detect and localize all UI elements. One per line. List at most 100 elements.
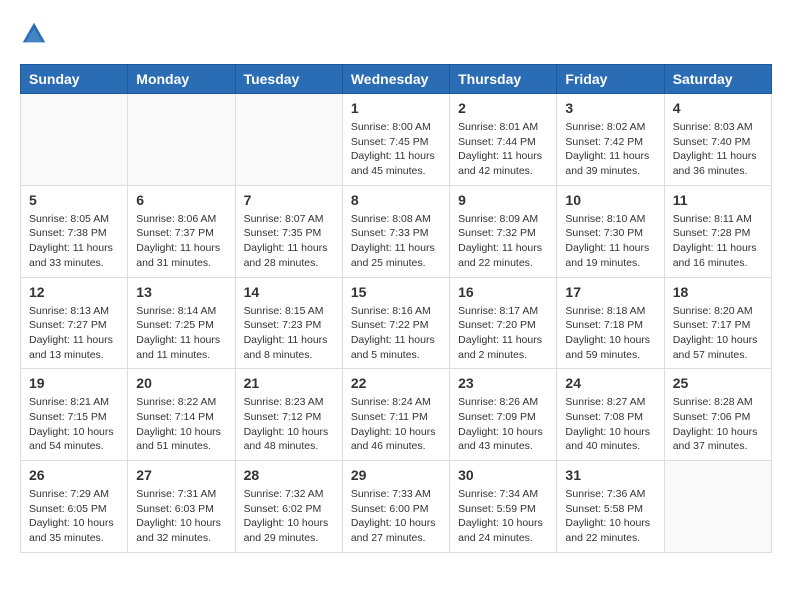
- calendar-cell: 8 Sunrise: 8:08 AM Sunset: 7:33 PM Daylig…: [342, 185, 449, 277]
- calendar-cell: 23Sunrise: 8:26 AM Sunset: 7:09 PM Dayli…: [450, 369, 557, 461]
- day-info: Sunrise: 8:22 AM Sunset: 7:14 PM Dayligh…: [136, 395, 226, 454]
- day-number: 15: [351, 284, 441, 300]
- day-info: Sunrise: 8:08 AM Sunset: 7:33 PM Dayligh…: [351, 212, 441, 271]
- day-number: 14: [244, 284, 334, 300]
- day-number: 26: [29, 467, 119, 483]
- day-number: 28: [244, 467, 334, 483]
- day-info: Sunrise: 8:15 AM Sunset: 7:23 PM Dayligh…: [244, 304, 334, 363]
- calendar-cell: 16 Sunrise: 8:17 AM Sunset: 7:20 PM Dayli…: [450, 277, 557, 369]
- day-number: 24: [565, 375, 655, 391]
- day-info: Sunrise: 8:07 AM Sunset: 7:35 PM Dayligh…: [244, 212, 334, 271]
- day-number: 16: [458, 284, 548, 300]
- calendar-cell: 18Sunrise: 8:20 AM Sunset: 7:17 PM Dayli…: [664, 277, 771, 369]
- calendar-cell: 19 Sunrise: 8:21 AM Sunset: 7:15 PM Dayli…: [21, 369, 128, 461]
- day-number: 20: [136, 375, 226, 391]
- logo: [20, 20, 52, 48]
- day-info: Sunrise: 8:10 AM Sunset: 7:30 PM Dayligh…: [565, 212, 655, 271]
- calendar-cell: 2 Sunrise: 8:01 AM Sunset: 7:44 PM Daylig…: [450, 94, 557, 186]
- week-row-2: 5Sunrise: 8:05 AM Sunset: 7:38 PM Daylig…: [21, 185, 772, 277]
- day-number: 2: [458, 100, 548, 116]
- day-number: 6: [136, 192, 226, 208]
- day-number: 19: [29, 375, 119, 391]
- day-info: Sunrise: 7:36 AM Sunset: 5:58 PM Dayligh…: [565, 487, 655, 546]
- day-number: 8: [351, 192, 441, 208]
- calendar-cell: 26 Sunrise: 7:29 AM Sunset: 6:05 PM Dayli…: [21, 461, 128, 553]
- day-info: Sunrise: 8:03 AM Sunset: 7:40 PM Dayligh…: [673, 120, 763, 179]
- day-info: Sunrise: 7:31 AM Sunset: 6:03 PM Dayligh…: [136, 487, 226, 546]
- day-info: Sunrise: 7:33 AM Sunset: 6:00 PM Dayligh…: [351, 487, 441, 546]
- calendar-cell: 15 Sunrise: 8:16 AM Sunset: 7:22 PM Dayli…: [342, 277, 449, 369]
- week-row-4: 19 Sunrise: 8:21 AM Sunset: 7:15 PM Dayli…: [21, 369, 772, 461]
- weekday-header-tuesday: Tuesday: [235, 65, 342, 94]
- day-info: Sunrise: 8:13 AM Sunset: 7:27 PM Dayligh…: [29, 304, 119, 363]
- day-number: 21: [244, 375, 334, 391]
- day-info: Sunrise: 7:32 AM Sunset: 6:02 PM Dayligh…: [244, 487, 334, 546]
- calendar-cell: 13 Sunrise: 8:14 AM Sunset: 7:25 PM Dayli…: [128, 277, 235, 369]
- calendar-cell: 10 Sunrise: 8:10 AM Sunset: 7:30 PM Dayli…: [557, 185, 664, 277]
- week-row-1: 1Sunrise: 8:00 AM Sunset: 7:45 PM Daylig…: [21, 94, 772, 186]
- day-info: Sunrise: 7:34 AM Sunset: 5:59 PM Dayligh…: [458, 487, 548, 546]
- calendar-cell: 24 Sunrise: 8:27 AM Sunset: 7:08 PM Dayli…: [557, 369, 664, 461]
- calendar-cell: 22 Sunrise: 8:24 AM Sunset: 7:11 PM Dayli…: [342, 369, 449, 461]
- weekday-header-saturday: Saturday: [664, 65, 771, 94]
- day-number: 1: [351, 100, 441, 116]
- day-info: Sunrise: 8:24 AM Sunset: 7:11 PM Dayligh…: [351, 395, 441, 454]
- day-info: Sunrise: 8:09 AM Sunset: 7:32 PM Dayligh…: [458, 212, 548, 271]
- day-info: Sunrise: 8:11 AM Sunset: 7:28 PM Dayligh…: [673, 212, 763, 271]
- day-info: Sunrise: 8:02 AM Sunset: 7:42 PM Dayligh…: [565, 120, 655, 179]
- calendar-cell: [21, 94, 128, 186]
- calendar-cell: 14 Sunrise: 8:15 AM Sunset: 7:23 PM Dayli…: [235, 277, 342, 369]
- day-info: Sunrise: 8:14 AM Sunset: 7:25 PM Dayligh…: [136, 304, 226, 363]
- weekday-header-monday: Monday: [128, 65, 235, 94]
- day-number: 7: [244, 192, 334, 208]
- calendar-cell: 21 Sunrise: 8:23 AM Sunset: 7:12 PM Dayli…: [235, 369, 342, 461]
- day-number: 10: [565, 192, 655, 208]
- day-info: Sunrise: 8:17 AM Sunset: 7:20 PM Dayligh…: [458, 304, 548, 363]
- logo-icon: [20, 20, 48, 48]
- calendar-cell: 3 Sunrise: 8:02 AM Sunset: 7:42 PM Daylig…: [557, 94, 664, 186]
- calendar-cell: 5Sunrise: 8:05 AM Sunset: 7:38 PM Daylig…: [21, 185, 128, 277]
- day-number: 18: [673, 284, 763, 300]
- day-info: Sunrise: 8:27 AM Sunset: 7:08 PM Dayligh…: [565, 395, 655, 454]
- calendar-cell: [235, 94, 342, 186]
- day-number: 13: [136, 284, 226, 300]
- day-info: Sunrise: 8:21 AM Sunset: 7:15 PM Dayligh…: [29, 395, 119, 454]
- day-number: 3: [565, 100, 655, 116]
- day-number: 12: [29, 284, 119, 300]
- calendar-cell: 4 Sunrise: 8:03 AM Sunset: 7:40 PM Daylig…: [664, 94, 771, 186]
- calendar-cell: 1Sunrise: 8:00 AM Sunset: 7:45 PM Daylig…: [342, 94, 449, 186]
- calendar-cell: 11 Sunrise: 8:11 AM Sunset: 7:28 PM Dayli…: [664, 185, 771, 277]
- day-info: Sunrise: 8:01 AM Sunset: 7:44 PM Dayligh…: [458, 120, 548, 179]
- day-number: 27: [136, 467, 226, 483]
- calendar-table: SundayMondayTuesdayWednesdayThursdayFrid…: [20, 64, 772, 553]
- calendar-cell: 17Sunrise: 8:18 AM Sunset: 7:18 PM Dayli…: [557, 277, 664, 369]
- calendar-cell: 6Sunrise: 8:06 AM Sunset: 7:37 PM Daylig…: [128, 185, 235, 277]
- calendar-cell: [664, 461, 771, 553]
- calendar-cell: 7 Sunrise: 8:07 AM Sunset: 7:35 PM Daylig…: [235, 185, 342, 277]
- weekday-header-thursday: Thursday: [450, 65, 557, 94]
- day-number: 30: [458, 467, 548, 483]
- day-info: Sunrise: 8:23 AM Sunset: 7:12 PM Dayligh…: [244, 395, 334, 454]
- day-info: Sunrise: 7:29 AM Sunset: 6:05 PM Dayligh…: [29, 487, 119, 546]
- calendar-cell: 9Sunrise: 8:09 AM Sunset: 7:32 PM Daylig…: [450, 185, 557, 277]
- week-row-3: 12 Sunrise: 8:13 AM Sunset: 7:27 PM Dayli…: [21, 277, 772, 369]
- day-info: Sunrise: 8:28 AM Sunset: 7:06 PM Dayligh…: [673, 395, 763, 454]
- calendar-cell: [128, 94, 235, 186]
- day-number: 31: [565, 467, 655, 483]
- day-info: Sunrise: 8:18 AM Sunset: 7:18 PM Dayligh…: [565, 304, 655, 363]
- weekday-header-friday: Friday: [557, 65, 664, 94]
- weekday-header-wednesday: Wednesday: [342, 65, 449, 94]
- day-info: Sunrise: 8:16 AM Sunset: 7:22 PM Dayligh…: [351, 304, 441, 363]
- calendar-cell: 28 Sunrise: 7:32 AM Sunset: 6:02 PM Dayli…: [235, 461, 342, 553]
- week-row-5: 26 Sunrise: 7:29 AM Sunset: 6:05 PM Dayli…: [21, 461, 772, 553]
- day-number: 22: [351, 375, 441, 391]
- calendar-cell: 30 Sunrise: 7:34 AM Sunset: 5:59 PM Dayli…: [450, 461, 557, 553]
- calendar-cell: 12 Sunrise: 8:13 AM Sunset: 7:27 PM Dayli…: [21, 277, 128, 369]
- calendar-cell: 27 Sunrise: 7:31 AM Sunset: 6:03 PM Dayli…: [128, 461, 235, 553]
- calendar-cell: 29Sunrise: 7:33 AM Sunset: 6:00 PM Dayli…: [342, 461, 449, 553]
- day-info: Sunrise: 8:26 AM Sunset: 7:09 PM Dayligh…: [458, 395, 548, 454]
- day-number: 4: [673, 100, 763, 116]
- day-number: 11: [673, 192, 763, 208]
- weekday-header-row: SundayMondayTuesdayWednesdayThursdayFrid…: [21, 65, 772, 94]
- weekday-header-sunday: Sunday: [21, 65, 128, 94]
